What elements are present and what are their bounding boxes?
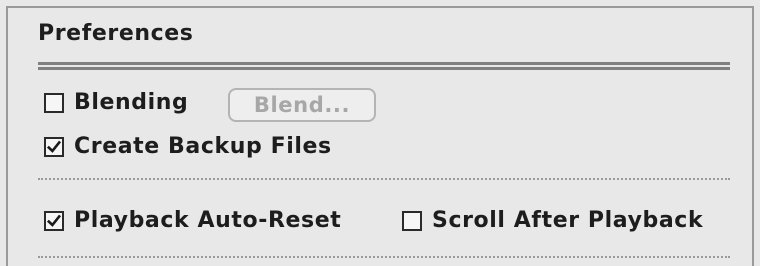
checkmark-icon [46,140,62,153]
playback-auto-reset-option[interactable]: Playback Auto-Reset [44,208,341,233]
panel-title: Preferences [38,21,194,46]
create-backup-files-checkbox[interactable] [44,136,64,157]
blend-button[interactable]: Blend... [228,88,376,122]
blending-checkbox[interactable] [44,92,64,113]
create-backup-files-label: Create Backup Files [74,134,332,159]
blending-option[interactable]: Blending [44,90,188,115]
checkmark-icon [46,214,62,227]
create-backup-files-option[interactable]: Create Backup Files [44,134,332,159]
bottom-divider [38,256,730,258]
preferences-panel: Preferences Blending Blend... Create Bac… [0,0,760,266]
playback-auto-reset-checkbox[interactable] [44,210,64,231]
scroll-after-playback-option[interactable]: Scroll After Playback [402,208,703,233]
scroll-after-playback-checkbox[interactable] [402,210,422,231]
title-divider [38,62,730,70]
section-divider [38,178,730,180]
scroll-after-playback-label: Scroll After Playback [432,208,704,233]
playback-auto-reset-label: Playback Auto-Reset [74,208,342,233]
blending-label: Blending [74,90,189,115]
